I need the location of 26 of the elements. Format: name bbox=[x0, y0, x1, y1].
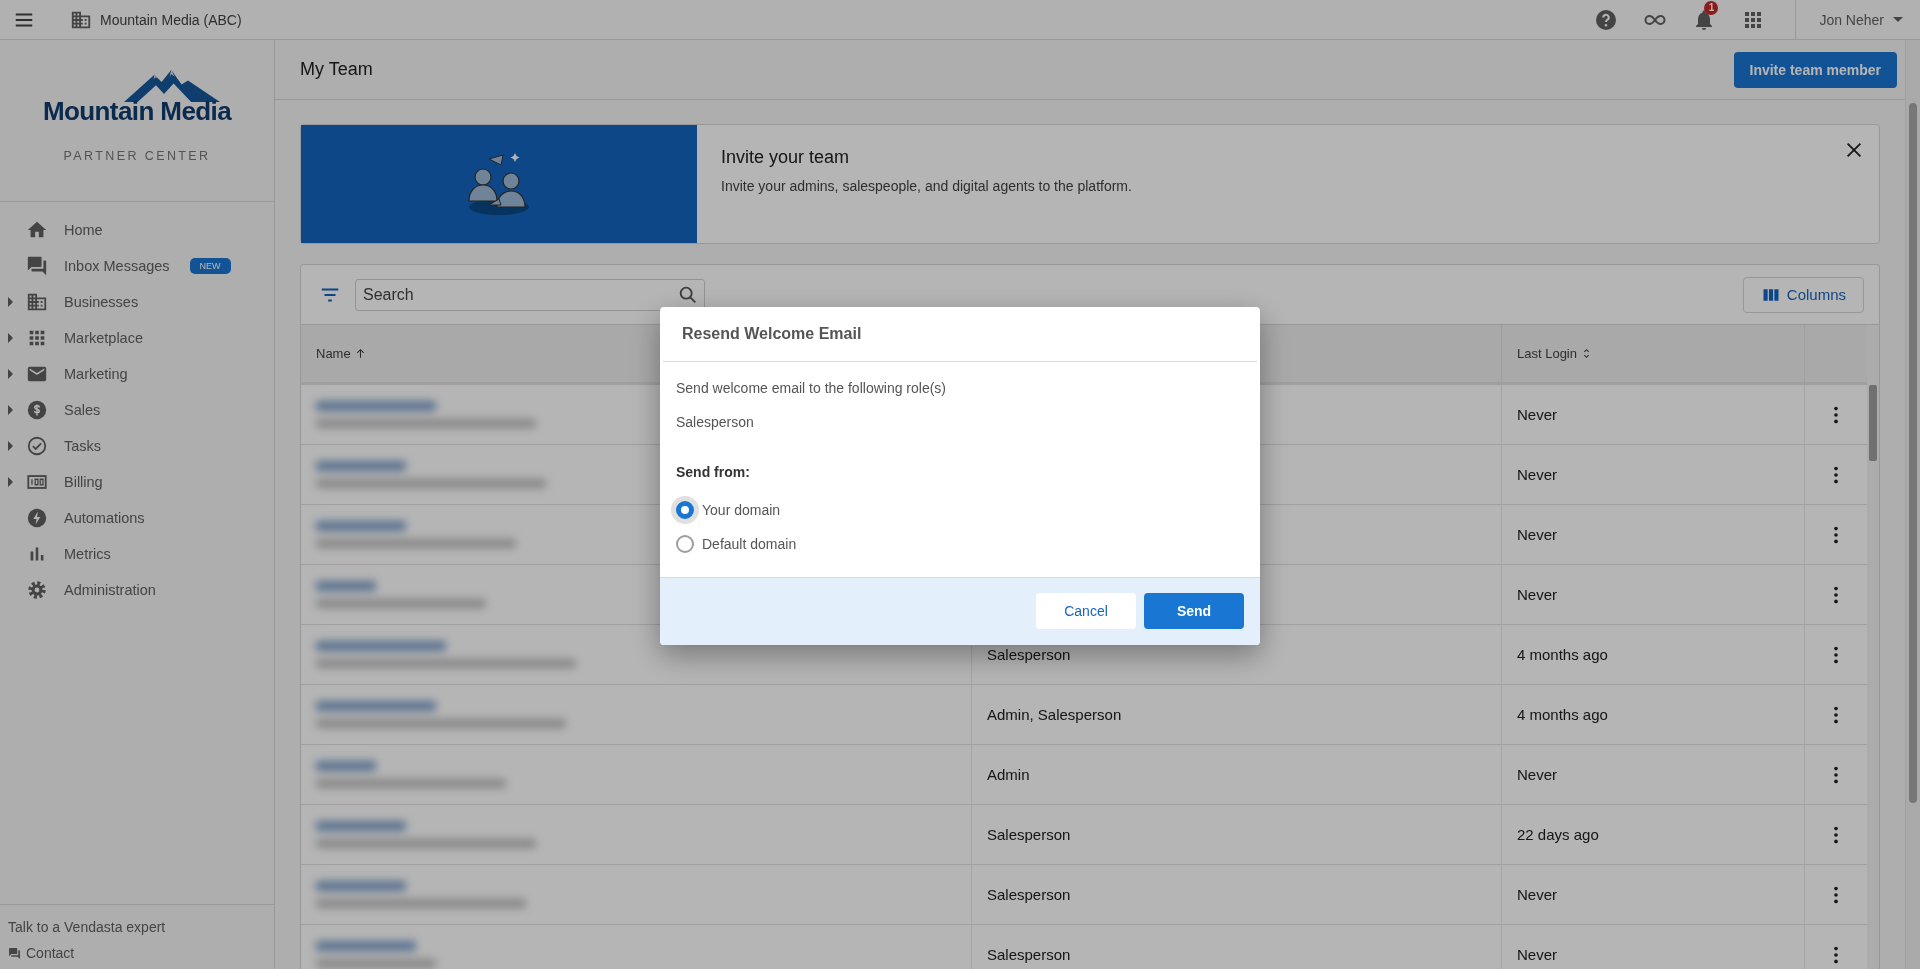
table-cell: Never bbox=[1501, 445, 1804, 505]
table-cell: Admin bbox=[971, 745, 1501, 805]
table-cell: Salesperson bbox=[971, 865, 1501, 925]
table-cell: 4 months ago bbox=[1501, 625, 1804, 685]
role-list: Salesperson bbox=[676, 413, 1244, 430]
logo-text: Mountain Media bbox=[42, 96, 231, 127]
table-cell: 4 months ago bbox=[1501, 685, 1804, 745]
table-cell: Never bbox=[1501, 505, 1804, 565]
table-cell: Salesperson bbox=[971, 925, 1501, 969]
page-title: My Team bbox=[300, 59, 373, 80]
send-from-label: Send from: bbox=[676, 463, 751, 480]
notification-count: 1 bbox=[1704, 0, 1719, 15]
new-badge: NEW bbox=[189, 258, 231, 274]
table-cell: Never bbox=[1501, 925, 1804, 969]
table-cell: Never bbox=[1501, 865, 1804, 925]
table-cell: Never bbox=[1501, 385, 1804, 445]
table-cell: 22 days ago bbox=[1501, 805, 1804, 865]
dialog-title: Resend Welcome Email bbox=[663, 306, 1257, 362]
logo-subtitle: PARTNER CENTER bbox=[63, 149, 211, 163]
banner-title: Invite your team bbox=[721, 147, 851, 168]
table-cell: Never bbox=[1501, 565, 1804, 625]
table-cell: Salesperson bbox=[971, 805, 1501, 865]
table-cell: Never bbox=[1501, 745, 1804, 805]
expert-text: Talk to a Vendasta expert bbox=[8, 919, 167, 935]
table-cell: Admin, Salesperson bbox=[971, 685, 1501, 745]
banner-description: Invite your admins, salespeople, and digital agents to the platform. bbox=[721, 178, 1132, 194]
